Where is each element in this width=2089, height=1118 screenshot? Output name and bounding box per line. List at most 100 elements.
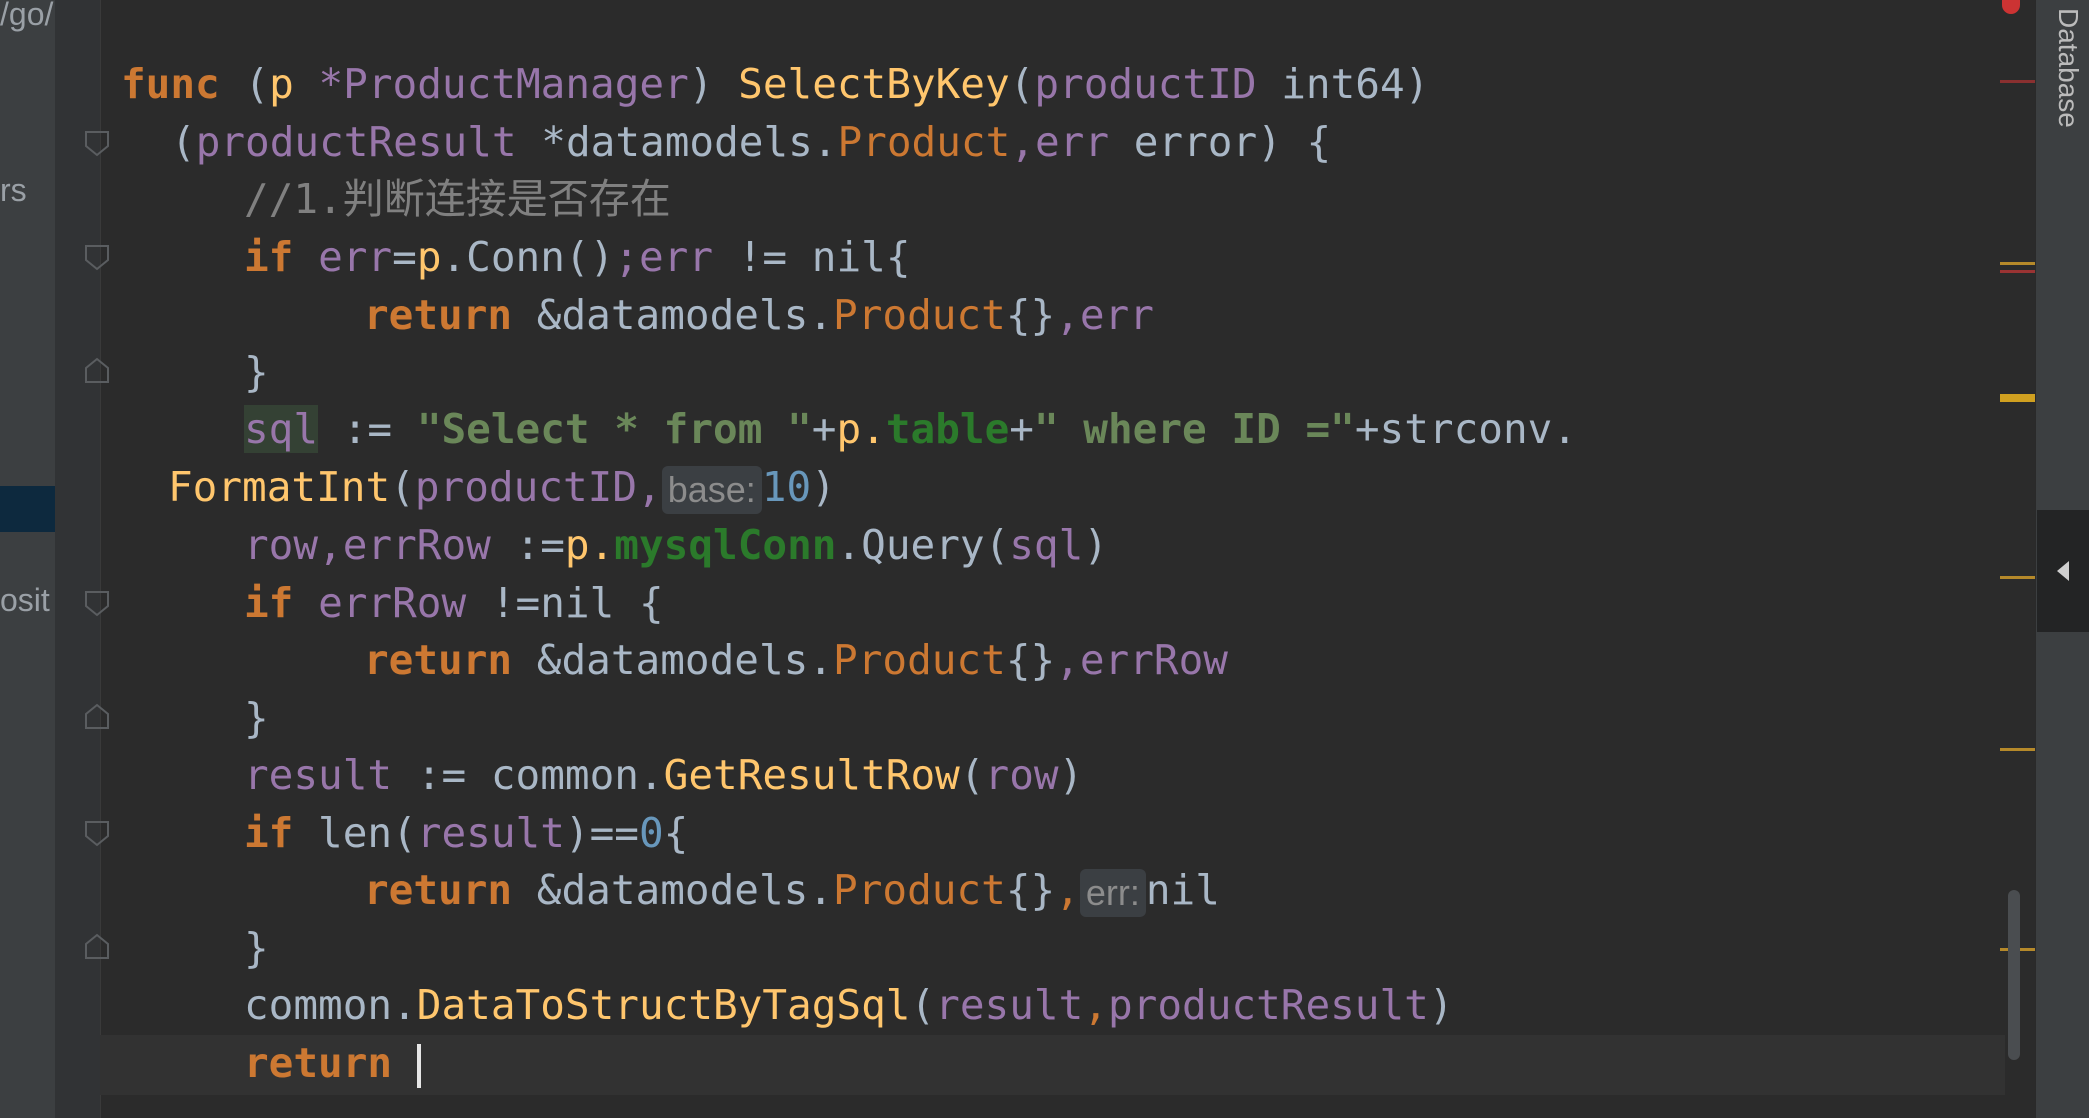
punct: ( [1009, 60, 1035, 108]
punct: {} [1005, 866, 1056, 914]
field-ref: table [885, 405, 1010, 453]
function-name: FormatInt [168, 463, 391, 511]
punct: ) [811, 463, 836, 511]
stripe-mark[interactable] [2000, 270, 2036, 273]
code-line-3[interactable]: //1.判断连接是否存在 [244, 170, 671, 228]
code-line-6[interactable]: } [244, 343, 269, 401]
string-literal: "Select * from " [416, 405, 812, 453]
code-line-14[interactable]: if len(result)==0{ [244, 804, 688, 862]
function-name: DataToStructByTagSql [416, 981, 911, 1029]
collapse-panel-button[interactable] [2037, 510, 2089, 632]
result-name: productResult [195, 118, 517, 166]
keyword: return [364, 636, 513, 684]
stripe-mark[interactable] [2000, 394, 2036, 402]
package-ref: common. [244, 981, 417, 1029]
keyword: if [244, 579, 294, 627]
punct: ) [1083, 521, 1108, 569]
op: !=nil { [466, 579, 664, 627]
var: result [244, 751, 393, 799]
vertical-scrollbar[interactable] [2008, 890, 2020, 1060]
keyword: return [244, 1039, 393, 1087]
project-tree-selected-row[interactable] [0, 486, 55, 532]
op: != nil{ [713, 233, 911, 281]
punct: {} [1005, 636, 1056, 684]
code-line-8[interactable]: FormatInt(productID, base: 10) [168, 458, 836, 516]
punct: , [1055, 866, 1080, 914]
project-path-fragment[interactable]: /go/ [0, 0, 53, 33]
code-line-2[interactable]: (productResult *datamodels.Product,err e… [171, 113, 1331, 171]
op: := [490, 521, 565, 569]
punct: ) { [1257, 118, 1332, 166]
code-line-15[interactable]: return &datamodels.Product{}, err: nil [364, 861, 1220, 919]
code-line-1[interactable]: func (p *ProductManager) SelectByKey(pro… [121, 55, 1429, 113]
var: err [318, 233, 393, 281]
number-literal: 10 [761, 463, 812, 511]
punct: } [244, 348, 269, 396]
code-line-18[interactable]: return [244, 1034, 421, 1092]
code-comment: //1.判断连接是否存在 [244, 175, 671, 223]
method-call: .Conn() [441, 233, 615, 281]
op: = [392, 233, 417, 281]
code-line-10[interactable]: if errRow !=nil { [244, 574, 664, 632]
code-line-7[interactable]: sql := "Select * from "+p.table+" where … [244, 400, 1577, 458]
param-hint: err: [1079, 869, 1146, 917]
string-literal: " where ID =" [1033, 405, 1355, 453]
arg: row [984, 751, 1059, 799]
code-line-12[interactable]: } [244, 689, 269, 747]
punct: ( [244, 60, 270, 108]
punct: ( [910, 981, 936, 1029]
arg: result [935, 981, 1084, 1029]
receiver-type: *ProductManager [318, 60, 689, 108]
punct: ( [984, 521, 1010, 569]
code-line-5[interactable]: return &datamodels.Product{},err [364, 286, 1154, 344]
code-line-13[interactable]: result := common.GetResultRow(row) [244, 746, 1083, 804]
stripe-mark[interactable] [2000, 262, 2036, 265]
code-line-9[interactable]: row,errRow :=p.mysqlConn.Query(sql) [244, 516, 1108, 574]
arg: sql [1009, 521, 1084, 569]
project-tree-item[interactable]: rs [0, 172, 27, 209]
type-name: Product [837, 118, 1011, 166]
database-tool-tab[interactable]: Database [2040, 8, 2084, 138]
nil-literal: nil [1145, 866, 1220, 914]
code-line-17[interactable]: common.DataToStructByTagSql(result,produ… [244, 976, 1454, 1034]
punct: ( [390, 463, 415, 511]
arg: productID, [414, 463, 662, 511]
var: result [416, 809, 565, 857]
punct: ) [1428, 981, 1454, 1029]
type-name: Product [833, 866, 1006, 914]
punct: ( [171, 118, 196, 166]
punct: ) [1058, 751, 1084, 799]
keyword: return [364, 866, 513, 914]
punct: } [244, 924, 269, 972]
keyword: return [364, 291, 513, 339]
type-name: Product [833, 636, 1006, 684]
var: errRow [318, 579, 467, 627]
keyword: if [244, 809, 294, 857]
punct: { [663, 809, 689, 857]
code-editor[interactable]: func (p *ProductManager) SelectByKey(pro… [100, 0, 2005, 1118]
builtin-call: len( [293, 809, 417, 857]
stripe-mark[interactable] [2000, 576, 2036, 579]
punct: , [1083, 981, 1108, 1029]
punct: ( [959, 751, 985, 799]
op: )== [564, 809, 639, 857]
keyword: func [121, 60, 220, 108]
var: ;err [614, 233, 714, 281]
param-name: productID [1034, 60, 1257, 108]
op: + [1009, 405, 1034, 453]
project-tree-item[interactable]: osit [0, 582, 50, 619]
code-line-4[interactable]: if err=p.Conn();err != nil{ [244, 228, 911, 286]
chevron-left-icon [2057, 561, 2069, 581]
receiver-ref: p. [836, 405, 886, 453]
op: + [811, 405, 837, 453]
code-line-16[interactable]: } [244, 919, 269, 977]
stripe-mark[interactable] [2000, 80, 2036, 83]
punct: ) [688, 60, 714, 108]
project-panel[interactable]: /go/ rs osit [0, 0, 55, 1118]
stripe-mark[interactable] [2000, 748, 2036, 751]
number-literal: 0 [638, 809, 664, 857]
package-ref: &datamodels. [536, 291, 834, 339]
var: ,errRow [1055, 636, 1228, 684]
code-line-11[interactable]: return &datamodels.Product{},errRow [364, 631, 1228, 689]
field-ref: mysqlConn [614, 521, 837, 569]
